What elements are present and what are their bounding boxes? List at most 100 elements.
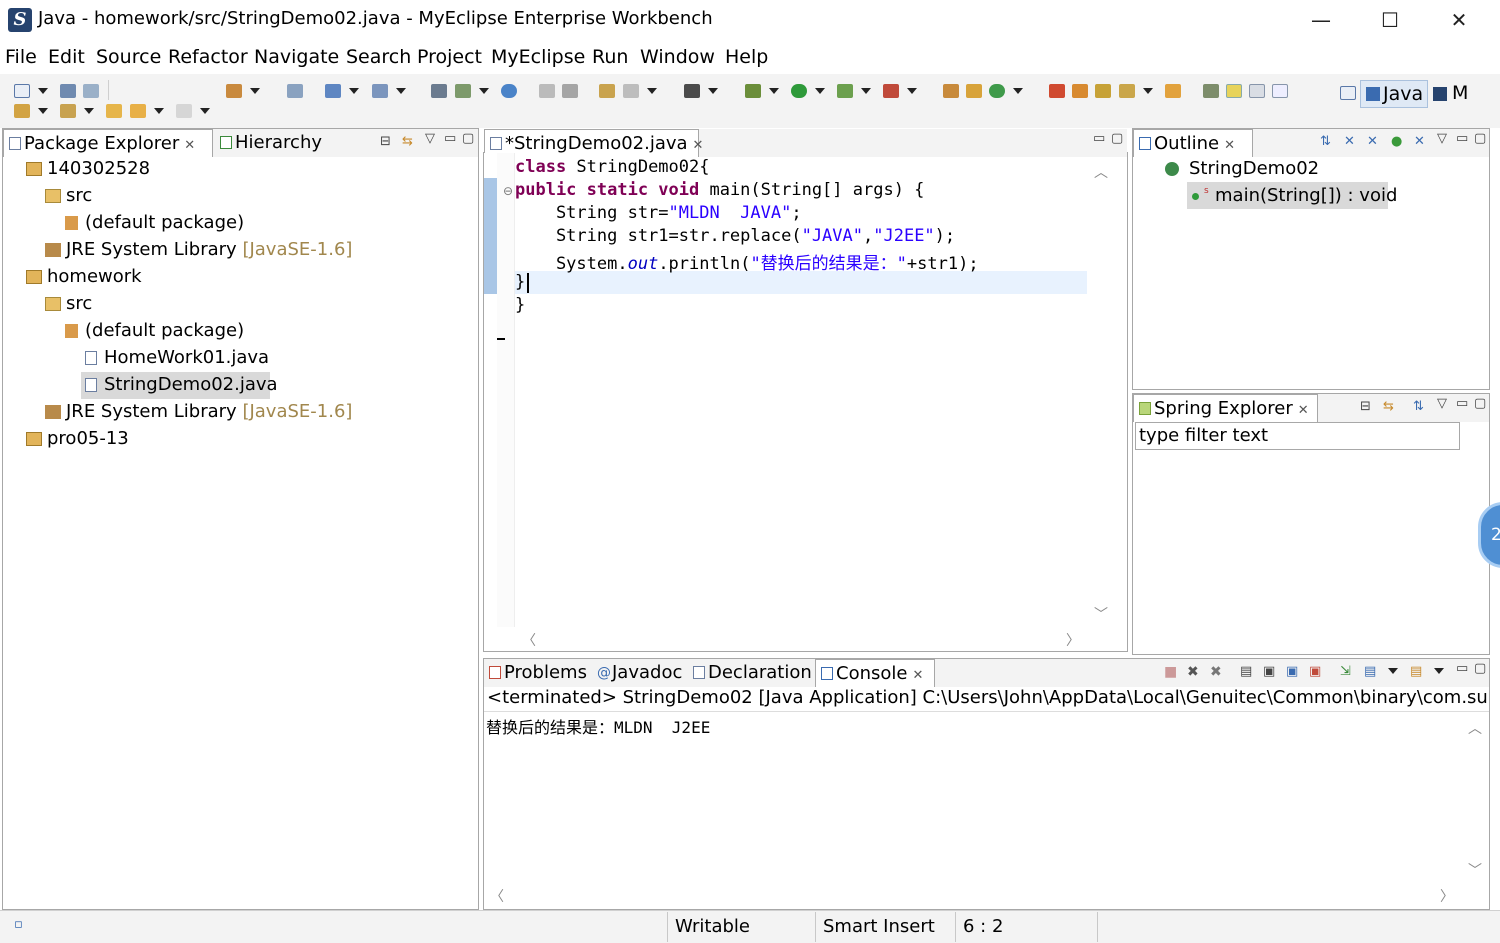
tree-item-src[interactable]: src (66, 185, 92, 206)
menu-help[interactable]: Help (725, 46, 768, 68)
tab-declaration[interactable]: Declaration (688, 659, 812, 687)
external-tools-icon[interactable] (883, 84, 899, 98)
filter-input[interactable]: type filter text (1135, 422, 1460, 450)
tree-item-project-homework[interactable]: homework (47, 266, 142, 287)
browser-dropdown-icon[interactable] (396, 88, 406, 94)
open-task-icon[interactable] (966, 84, 982, 98)
minimize-view-icon[interactable]: ▭ (444, 131, 456, 146)
menu-project[interactable]: Project (417, 46, 482, 68)
tree-item-stringdemo02[interactable]: StringDemo02.java (104, 374, 278, 395)
view-menu-icon[interactable]: ▽ (1437, 396, 1447, 411)
spring-bean-icon[interactable] (1049, 84, 1065, 98)
maximize-view-icon[interactable]: ▢ (1111, 131, 1123, 146)
browser-icon[interactable] (372, 84, 388, 98)
scroll-up-icon[interactable]: ︿ (1468, 718, 1482, 738)
collapse-all-icon[interactable]: ⊟ (1360, 399, 1371, 414)
open-console-icon[interactable]: ▤ (1410, 664, 1422, 679)
forward-dropdown-icon[interactable] (200, 108, 210, 114)
maximize-view-icon[interactable]: ▢ (1474, 661, 1486, 676)
report-icon[interactable] (599, 84, 615, 98)
new-package-icon[interactable] (455, 84, 471, 98)
tree-item-src[interactable]: src (66, 293, 92, 314)
tree-item-default-package[interactable]: (default package) (85, 212, 244, 233)
new-web-project-icon[interactable] (226, 84, 242, 98)
previous-annotation-dropdown-icon[interactable] (84, 108, 94, 114)
menu-search[interactable]: Search (346, 46, 411, 68)
console-output[interactable]: 替换后的结果是：MLDN J2EE (486, 714, 710, 738)
scroll-up-icon[interactable]: ︿ (1094, 162, 1108, 182)
minimize-button[interactable]: — (1287, 0, 1355, 40)
new-icon[interactable] (14, 84, 30, 98)
previous-annotation-icon[interactable] (60, 104, 76, 118)
menu-refactor[interactable]: Refactor (168, 46, 248, 68)
link-with-editor-icon[interactable]: ⇆ (402, 134, 413, 149)
minimize-view-icon[interactable]: ▭ (1456, 131, 1468, 146)
view-menu-icon[interactable]: ▽ (425, 131, 435, 146)
menu-edit[interactable]: Edit (48, 46, 85, 68)
coverage-icon[interactable] (837, 84, 853, 98)
scroll-down-icon[interactable]: ﹀ (1468, 860, 1482, 880)
outline-method-item[interactable]: main(String[]) : void (1215, 185, 1397, 206)
minimize-view-icon[interactable]: ▭ (1093, 131, 1105, 146)
scroll-lock-icon[interactable]: ▣ (1263, 664, 1275, 679)
next-annotation-dropdown-icon[interactable] (38, 108, 48, 114)
menu-navigate[interactable]: Navigate (254, 46, 339, 68)
debug-icon[interactable] (745, 84, 761, 98)
save-icon[interactable] (60, 84, 76, 98)
hide-static-icon[interactable]: ✕ (1367, 134, 1378, 149)
hide-local-types-icon[interactable]: ✕ (1414, 134, 1425, 149)
scroll-down-icon[interactable]: ﹀ (1094, 604, 1108, 624)
open-console-dropdown-icon[interactable] (1434, 668, 1444, 674)
search-web-dropdown-icon[interactable] (647, 88, 657, 94)
globe-icon[interactable] (501, 84, 517, 98)
external-tools-dropdown-icon[interactable] (907, 88, 917, 94)
display-console-dropdown-icon[interactable] (1388, 668, 1398, 674)
menu-file[interactable]: File (5, 46, 37, 68)
run-dropdown-icon[interactable] (815, 88, 825, 94)
debug-dropdown-icon[interactable] (769, 88, 779, 94)
sort-icon[interactable]: ⇅ (1413, 399, 1424, 414)
show-on-error-icon[interactable]: ▣ (1309, 664, 1321, 679)
fold-icon[interactable]: ⊖ (503, 184, 513, 198)
camera-icon[interactable] (684, 84, 700, 98)
camera-dropdown-icon[interactable] (708, 88, 718, 94)
menu-run[interactable]: Run (592, 46, 628, 68)
menu-source[interactable]: Source (96, 46, 161, 68)
close-icon[interactable]: ✕ (693, 138, 704, 153)
coverage-dropdown-icon[interactable] (861, 88, 871, 94)
tab-stringdemo02[interactable]: *StringDemo02.java ✕ (484, 129, 703, 157)
tab-problems[interactable]: Problems (484, 659, 590, 687)
link-with-editor-icon[interactable]: ⇆ (1383, 399, 1394, 414)
sync-icon[interactable] (989, 84, 1005, 98)
hide-nonpublic-icon[interactable]: ● (1391, 134, 1402, 149)
scroll-right-icon[interactable]: 〉 (1066, 630, 1080, 650)
server-icon[interactable] (325, 84, 341, 98)
tab-hierarchy[interactable]: Hierarchy (215, 129, 325, 157)
new-dropdown-icon[interactable] (38, 88, 48, 94)
highlight-icon[interactable] (1226, 84, 1242, 98)
close-icon[interactable]: ✕ (912, 668, 923, 683)
hide-fields-icon[interactable]: ✕ (1344, 134, 1355, 149)
next-annotation-icon[interactable] (14, 104, 30, 118)
pen-icon[interactable] (1119, 84, 1135, 98)
maximize-button[interactable]: ☐ (1356, 0, 1424, 40)
tree-item-project-140302528[interactable]: 140302528 (47, 158, 150, 179)
minimize-view-icon[interactable]: ▭ (1456, 396, 1468, 411)
scroll-left-icon[interactable]: 〈 (490, 886, 504, 906)
tree-item-homework01[interactable]: HomeWork01.java (104, 347, 269, 368)
close-button[interactable]: ✕ (1425, 0, 1493, 40)
maximize-view-icon[interactable]: ▢ (1474, 396, 1486, 411)
pin-icon[interactable] (1203, 84, 1219, 98)
last-edit-icon[interactable] (106, 104, 122, 118)
run-icon[interactable] (791, 84, 807, 98)
spring-web-icon[interactable] (1095, 84, 1111, 98)
pen-dropdown-icon[interactable] (1143, 88, 1153, 94)
fast-view-icon[interactable]: ▫ (14, 917, 23, 932)
show-on-output-icon[interactable]: ▣ (1286, 664, 1298, 679)
scroll-left-icon[interactable]: 〈 (522, 630, 536, 650)
tree-item-jre-library[interactable]: JRE System Library [JavaSE-1.6] (66, 401, 352, 422)
close-icon[interactable]: ✕ (1224, 138, 1235, 153)
menu-myeclipse[interactable]: MyEclipse (491, 46, 585, 68)
tab-console[interactable]: Console ✕ (815, 659, 935, 687)
tree-item-default-package[interactable]: (default package) (85, 320, 244, 341)
